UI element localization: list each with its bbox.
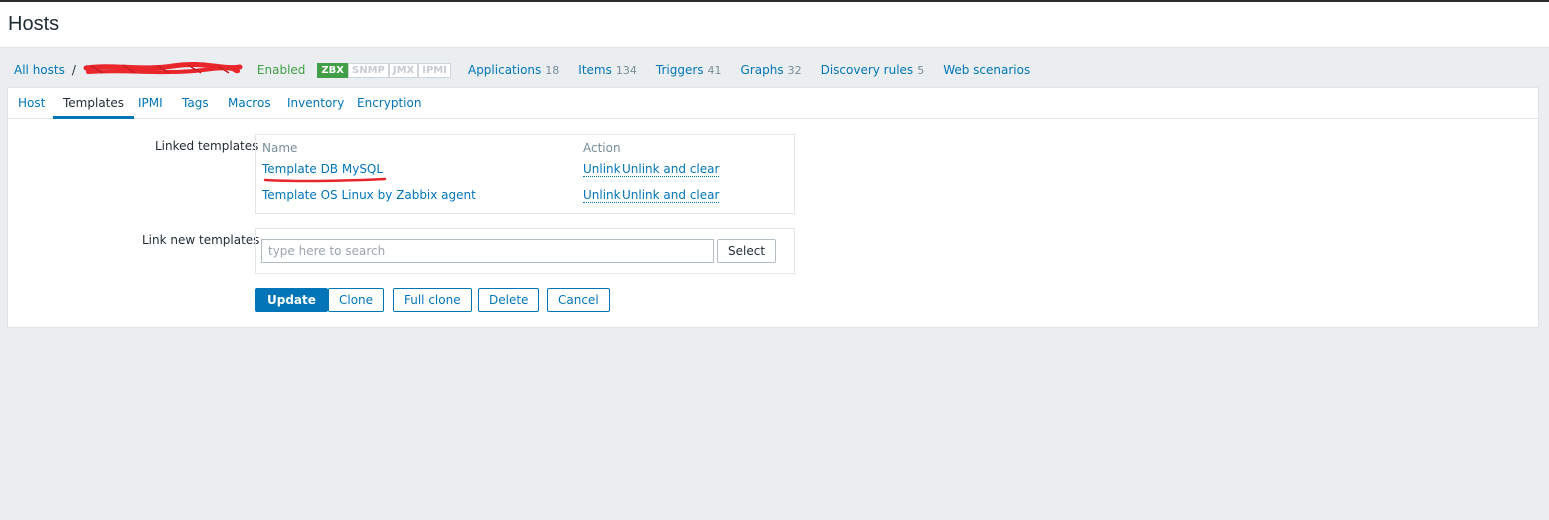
tab-encryption[interactable]: Encryption (357, 88, 421, 119)
unlink-button[interactable]: Unlink (583, 188, 621, 203)
discovery-rules-count: 5 (917, 64, 925, 77)
tab-macros[interactable]: Macros (228, 88, 271, 119)
ipmi-availability-badge: IPMI (418, 62, 451, 78)
template-link-db-mysql[interactable]: Template DB MySQL (262, 162, 383, 176)
linked-templates-table: Name Action Template DB MySQL Unlink Unl… (255, 134, 795, 214)
graphs-link-label[interactable]: Graphs (741, 63, 784, 77)
host-status-enabled[interactable]: Enabled (257, 63, 306, 77)
applications-link-label[interactable]: Applications (468, 63, 541, 77)
items-count: 134 (615, 64, 637, 77)
clone-button[interactable]: Clone (328, 288, 385, 312)
zbx-availability-badge: ZBX (317, 62, 348, 78)
cancel-button[interactable]: Cancel (547, 288, 610, 312)
breadcrumb-all-hosts[interactable]: All hosts (14, 63, 65, 77)
column-header-name: Name (262, 141, 298, 155)
tab-ipmi[interactable]: IPMI (138, 88, 163, 119)
tab-host[interactable]: Host (18, 88, 45, 119)
discovery-rules-link-label[interactable]: Discovery rules (821, 63, 914, 77)
graphs-link[interactable]: Graphs 32 (741, 63, 802, 77)
items-link-label[interactable]: Items (578, 63, 612, 77)
delete-button[interactable]: Delete (478, 288, 540, 312)
template-search-input[interactable] (261, 239, 714, 263)
triggers-link[interactable]: Triggers 41 (656, 63, 722, 77)
triggers-link-label[interactable]: Triggers (656, 63, 704, 77)
triggers-count: 41 (707, 64, 722, 77)
page-title: Hosts (8, 13, 60, 35)
applications-link[interactable]: Applications 18 (468, 63, 559, 77)
tab-inventory[interactable]: Inventory (287, 88, 344, 119)
unlink-and-clear-button[interactable]: Unlink and clear (622, 162, 720, 177)
redacted-host-name (83, 60, 243, 80)
snmp-availability-badge: SNMP (348, 62, 389, 78)
jmx-availability-badge: JMX (388, 62, 419, 78)
breadcrumb-separator: / (71, 63, 76, 77)
red-annotation-underline (263, 177, 387, 183)
form-tabs: Host Templates IPMI Tags Macros Inventor… (8, 88, 1538, 119)
tab-tags[interactable]: Tags (182, 88, 209, 119)
discovery-rules-link[interactable]: Discovery rules 5 (821, 63, 925, 77)
full-clone-button[interactable]: Full clone (393, 288, 472, 312)
unlink-button[interactable]: Unlink (583, 162, 621, 177)
tab-templates[interactable]: Templates (53, 88, 135, 119)
template-link-os-linux[interactable]: Template OS Linux by Zabbix agent (262, 188, 476, 202)
column-header-action: Action (583, 141, 621, 155)
availability-badges: ZBX SNMP JMX IPMI (317, 62, 451, 78)
applications-count: 18 (545, 64, 560, 77)
items-link[interactable]: Items 134 (578, 63, 637, 77)
breadcrumb: All hosts / Enabled ZBX SNMP JMX IPMI Ap… (14, 60, 1049, 80)
graphs-count: 32 (787, 64, 802, 77)
select-button[interactable]: Select (717, 239, 777, 263)
unlink-and-clear-button[interactable]: Unlink and clear (622, 188, 720, 203)
update-button[interactable]: Update (255, 288, 328, 312)
linked-templates-label: Linked templates (155, 139, 259, 153)
link-new-templates-label: Link new templates (142, 233, 260, 247)
page-header: Hosts (0, 2, 1549, 48)
link-new-templates-box: Select (255, 228, 795, 274)
web-scenarios-link[interactable]: Web scenarios (943, 63, 1030, 77)
host-form-panel: Host Templates IPMI Tags Macros Inventor… (7, 87, 1539, 328)
web-scenarios-link-label[interactable]: Web scenarios (943, 63, 1030, 77)
